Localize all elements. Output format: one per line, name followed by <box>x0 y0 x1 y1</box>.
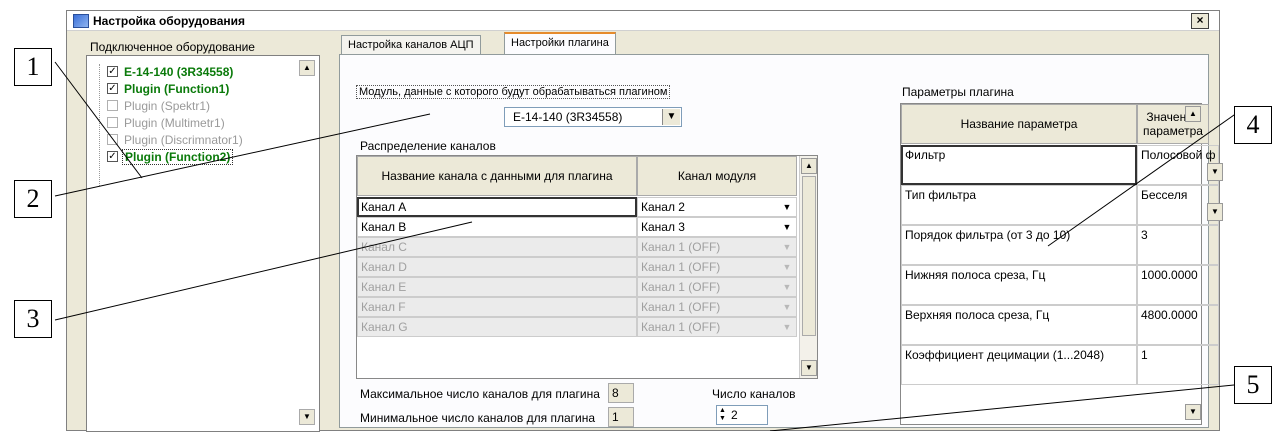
callout-line-5 <box>769 383 1245 431</box>
callout-2: 2 <box>14 180 52 218</box>
callout-4: 4 <box>1234 106 1272 144</box>
callout-1: 1 <box>14 48 52 86</box>
callout-line-2 <box>54 113 431 197</box>
callout-3: 3 <box>14 300 52 338</box>
callout-line-1 <box>54 61 143 179</box>
callout-lines <box>54 61 1245 431</box>
callout-line-4 <box>1047 107 1245 247</box>
callout-5: 5 <box>1234 366 1272 404</box>
callout-line-3 <box>54 221 473 321</box>
